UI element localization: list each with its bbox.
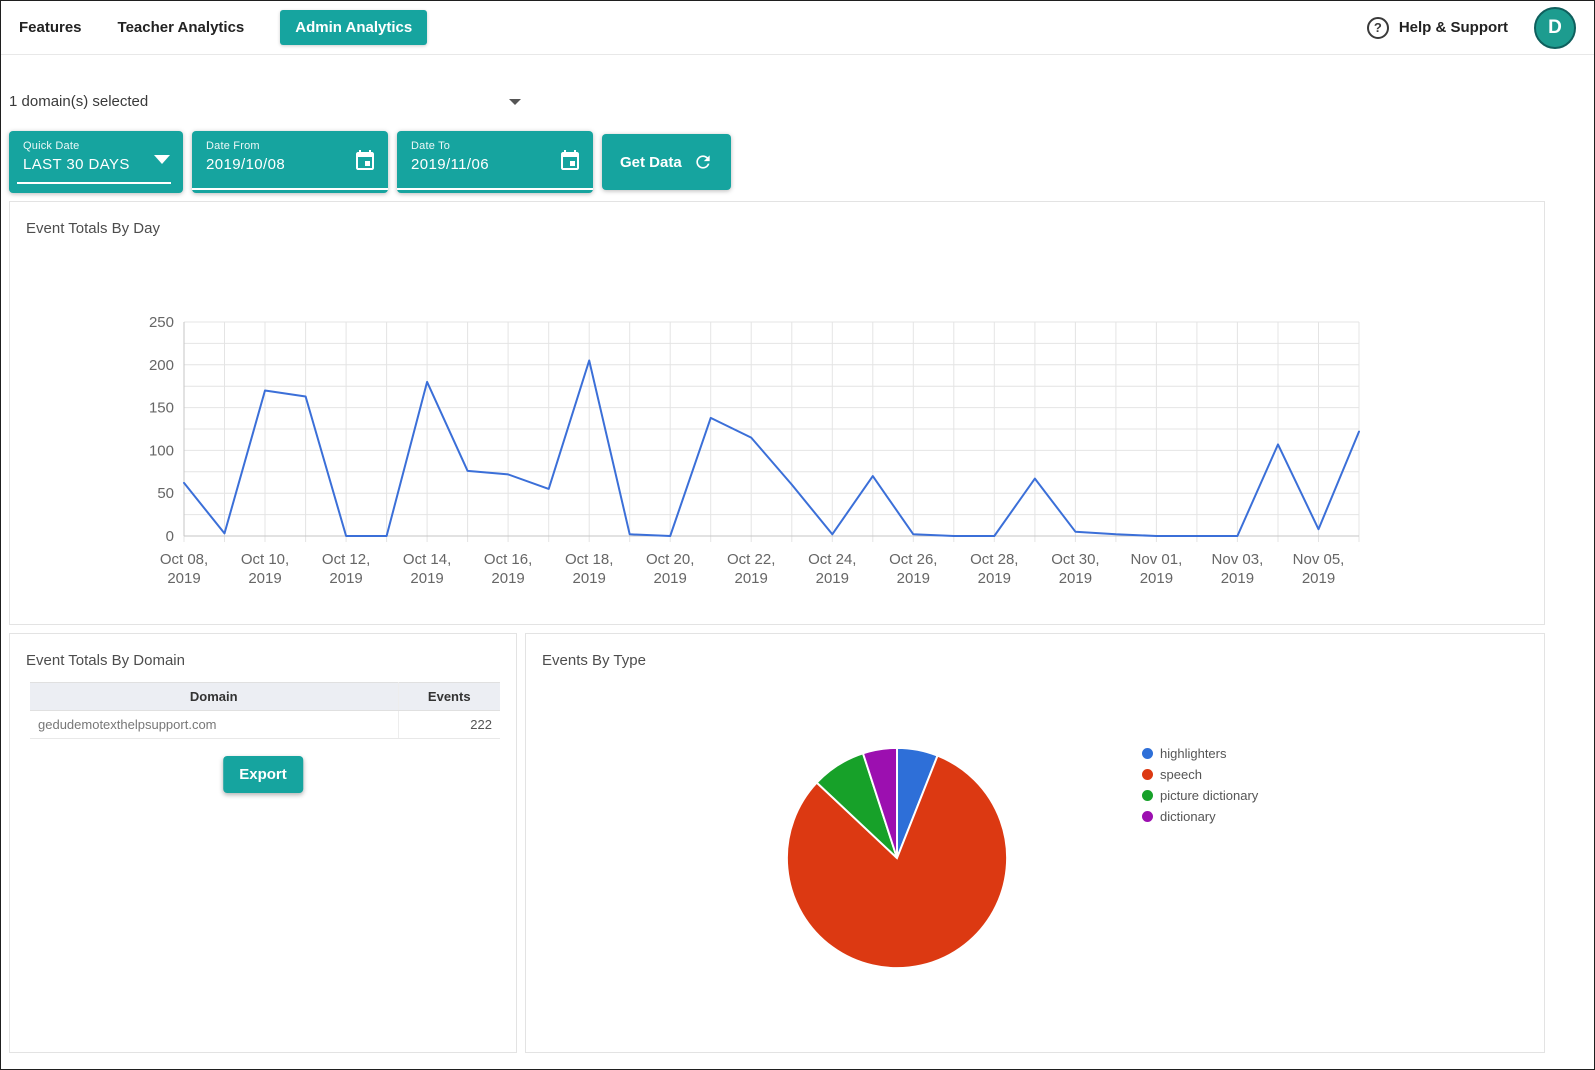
nav-tab-admin-analytics[interactable]: Admin Analytics (280, 10, 428, 45)
date-to-value: 2019/11/06 (411, 156, 489, 173)
column-header-events: Events (398, 682, 500, 711)
events-by-day-panel: Event Totals By Day 0 50 100 150 200 250 Oct 0… (9, 201, 1545, 625)
legend-item[interactable]: dictionary (1142, 809, 1258, 824)
svg-text:Oct 10,: Oct 10, (241, 551, 289, 568)
chevron-down-icon (154, 155, 170, 164)
legend-item[interactable]: highlighters (1142, 746, 1258, 761)
date-from-button[interactable]: Date From 2019/10/08 (192, 131, 388, 193)
svg-text:2019: 2019 (1221, 570, 1254, 587)
svg-text:250: 250 (149, 314, 174, 331)
avatar[interactable]: D (1534, 6, 1576, 49)
date-to-label: Date To (411, 140, 451, 152)
svg-text:100: 100 (149, 442, 174, 459)
topbar-right: ? Help & Support D (1366, 6, 1576, 49)
input-underline (192, 188, 388, 190)
svg-text:2019: 2019 (1140, 570, 1173, 587)
events-by-domain-table: Domain Events gedudemotexthelpsupport.co… (30, 682, 500, 739)
date-to-button[interactable]: Date To 2019/11/06 (397, 131, 593, 193)
chevron-down-icon (509, 98, 521, 105)
svg-text:Oct 22,: Oct 22, (727, 551, 775, 568)
svg-text:2019: 2019 (410, 570, 443, 587)
input-underline (17, 182, 171, 184)
svg-text:200: 200 (149, 357, 174, 374)
events-by-type-legend: highlighters speech picture dictionary dict… (1142, 746, 1258, 824)
table-row: gedudemotexthelpsupport.com 222 (30, 710, 500, 739)
svg-text:Oct 26,: Oct 26, (889, 551, 937, 568)
svg-text:0: 0 (166, 528, 174, 545)
table-header-row: Domain Events (30, 682, 500, 711)
svg-text:Oct 08,: Oct 08, (160, 551, 208, 568)
legend-label: picture dictionary (1160, 788, 1259, 803)
quick-date-button[interactable]: Quick Date LAST 30 DAYS (9, 131, 183, 193)
events-by-domain-title: Event Totals By Domain (26, 652, 185, 669)
svg-text:Nov 03,: Nov 03, (1212, 551, 1264, 568)
refresh-icon (693, 152, 713, 172)
events-by-type-panel: Events By Type highlighters speech picture… (525, 633, 1545, 1053)
svg-text:2019: 2019 (573, 570, 606, 587)
events-cell: 222 (398, 710, 500, 739)
svg-text:Nov 05,: Nov 05, (1293, 551, 1345, 568)
svg-text:Oct 14,: Oct 14, (403, 551, 451, 568)
events-by-type-title: Events By Type (542, 652, 646, 669)
help-support-link[interactable]: ? Help & Support (1366, 16, 1508, 39)
help-support-label: Help & Support (1398, 19, 1508, 36)
svg-text:2019: 2019 (735, 570, 768, 587)
domain-cell: gedudemotexthelpsupport.com (30, 710, 399, 739)
input-underline (397, 188, 593, 190)
svg-text:2019: 2019 (1059, 570, 1092, 587)
quick-date-label: Quick Date (23, 140, 80, 152)
svg-text:150: 150 (149, 400, 174, 417)
svg-text:Oct 12,: Oct 12, (322, 551, 370, 568)
quick-date-value: LAST 30 DAYS (23, 156, 130, 173)
legend-dot (1142, 769, 1153, 780)
svg-text:Oct 30,: Oct 30, (1051, 551, 1099, 568)
svg-text:2019: 2019 (978, 570, 1011, 587)
nav-item-features[interactable]: Features (19, 19, 82, 36)
admin-analytics-page: Features Teacher Analytics Admin Analyti… (0, 0, 1595, 1070)
nav-item-teacher-analytics[interactable]: Teacher Analytics (118, 19, 245, 36)
svg-text:2019: 2019 (816, 570, 849, 587)
legend-label: speech (1160, 767, 1202, 782)
top-nav: Features Teacher Analytics Admin Analyti… (1, 1, 1594, 55)
events-by-type-chart (785, 746, 1009, 970)
column-header-domain: Domain (30, 682, 399, 711)
legend-label: highlighters (1160, 746, 1227, 761)
svg-text:2019: 2019 (248, 570, 281, 587)
svg-text:2019: 2019 (329, 570, 362, 587)
svg-text:2019: 2019 (1302, 570, 1335, 587)
svg-text:50: 50 (157, 485, 174, 502)
filter-row: Quick Date LAST 30 DAYS Date From 2019/1… (9, 131, 731, 193)
svg-text:Oct 28,: Oct 28, (970, 551, 1018, 568)
svg-text:Oct 24,: Oct 24, (808, 551, 856, 568)
legend-item[interactable]: speech (1142, 767, 1258, 782)
date-from-label: Date From (206, 140, 260, 152)
svg-text:Oct 20,: Oct 20, (646, 551, 694, 568)
legend-dot (1142, 748, 1153, 759)
export-button[interactable]: Export (223, 756, 303, 793)
domain-select-value: 1 domain(s) selected (9, 93, 149, 110)
get-data-label: Get Data (620, 153, 682, 171)
svg-text:2019: 2019 (897, 570, 930, 587)
calendar-icon (558, 149, 582, 178)
legend-dot (1142, 790, 1153, 801)
svg-text:Nov 01,: Nov 01, (1131, 551, 1183, 568)
svg-text:2019: 2019 (654, 570, 687, 587)
help-icon: ? (1366, 16, 1389, 39)
legend-item[interactable]: picture dictionary (1142, 788, 1258, 803)
svg-text:2019: 2019 (491, 570, 524, 587)
svg-text:Oct 16,: Oct 16, (484, 551, 532, 568)
domain-select[interactable]: 1 domain(s) selected (9, 93, 521, 110)
events-by-day-title: Event Totals By Day (26, 220, 160, 237)
legend-dot (1142, 811, 1153, 822)
date-from-value: 2019/10/08 (206, 156, 286, 173)
svg-text:Oct 18,: Oct 18, (565, 551, 613, 568)
events-by-day-chart: 0 50 100 150 200 250 Oct 08, 2019 Oct 10, 2019 Oct… (149, 314, 1360, 587)
calendar-icon (353, 149, 377, 178)
svg-text:2019: 2019 (167, 570, 200, 587)
events-by-domain-panel: Event Totals By Domain Domain Events ged… (9, 633, 517, 1053)
legend-label: dictionary (1160, 809, 1216, 824)
get-data-button[interactable]: Get Data (602, 134, 731, 190)
